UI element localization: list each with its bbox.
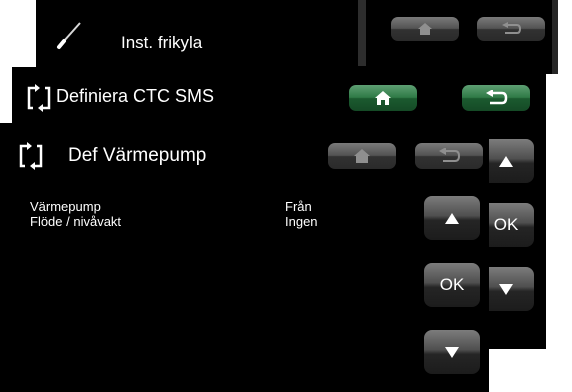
- home-icon: [375, 91, 391, 105]
- setting-label: Flöde / nivåvakt: [30, 214, 122, 229]
- arrow-up-icon: [499, 155, 513, 167]
- setting-value: Från: [285, 199, 312, 214]
- ok-label: OK: [493, 215, 519, 234]
- arrow-up-icon: [445, 212, 459, 224]
- page-title: Def Värmepump: [68, 145, 207, 166]
- home-button[interactable]: [328, 143, 396, 169]
- arrow-down-icon: [445, 346, 459, 358]
- back-button[interactable]: [462, 85, 530, 111]
- setting-label: Värmepump: [30, 199, 101, 214]
- home-button[interactable]: [391, 17, 459, 41]
- page-title: Inst. frikyla: [121, 33, 203, 52]
- home-icon: [354, 149, 370, 163]
- screen-def-varmepump: Def Värmepump Värmepump Från Flöde / niv…: [0, 123, 489, 392]
- back-button[interactable]: [415, 143, 483, 169]
- divider: [358, 0, 366, 66]
- back-arrow-icon: [486, 90, 508, 105]
- arrow-down-icon: [499, 283, 513, 295]
- panel-edge: [552, 0, 558, 74]
- home-icon: [418, 23, 432, 35]
- back-arrow-icon: [502, 22, 522, 34]
- home-button[interactable]: [349, 85, 417, 111]
- setting-value: Ingen: [285, 214, 318, 229]
- cycle-arrows-icon: [19, 142, 43, 170]
- ok-label: OK: [439, 275, 465, 294]
- screen-inst-frikyla: Inst. frikyla: [36, 0, 558, 74]
- down-button[interactable]: [424, 330, 480, 374]
- up-button[interactable]: [424, 196, 480, 240]
- cycle-arrows-icon: [27, 84, 51, 112]
- back-arrow-icon: [439, 148, 461, 162]
- back-button[interactable]: [477, 17, 545, 41]
- screwdriver-icon: [57, 22, 81, 49]
- ok-button[interactable]: OK: [424, 263, 480, 307]
- page-title: Definiera CTC SMS: [56, 86, 215, 106]
